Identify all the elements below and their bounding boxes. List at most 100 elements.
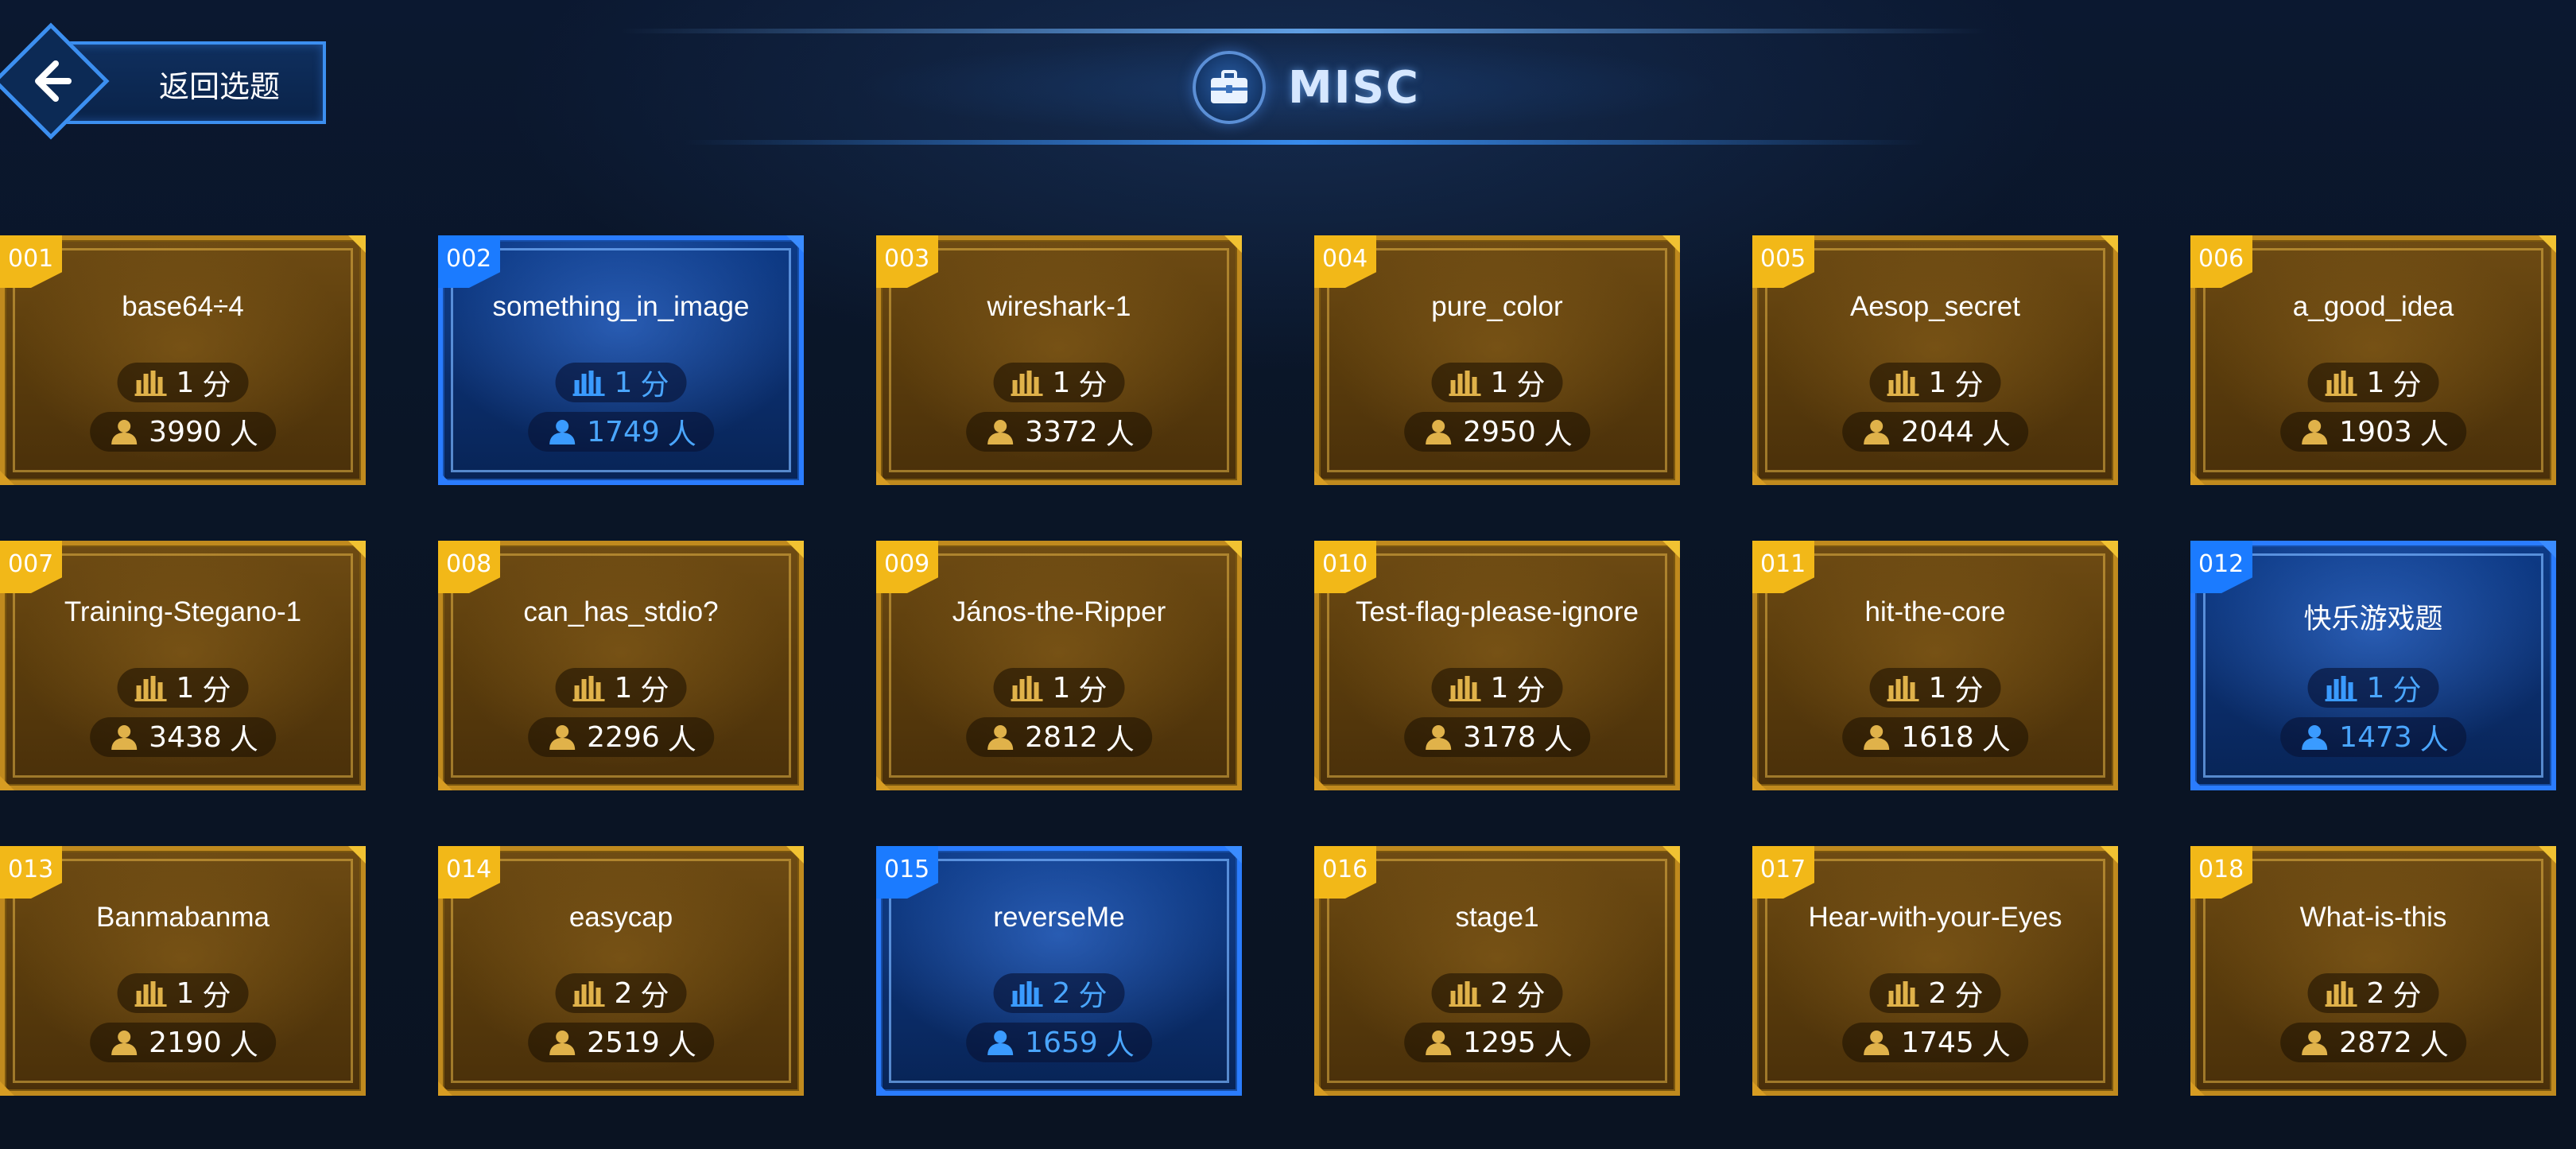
card-number: 003 xyxy=(884,245,930,273)
challenge-card[interactable]: 016 stage1 2 分 1295 人 xyxy=(1314,846,1680,1096)
people-unit: 人 xyxy=(1543,1029,1573,1062)
bar-chart-icon xyxy=(134,369,169,396)
people-unit: 人 xyxy=(667,418,696,451)
points-unit: 分 xyxy=(1078,980,1108,1012)
points-unit: 分 xyxy=(202,674,231,707)
card-corner xyxy=(1752,1081,1767,1096)
card-corner xyxy=(348,846,366,864)
card-corner xyxy=(2101,235,2118,253)
card-corner xyxy=(1224,846,1242,864)
points-pill: 1 分 xyxy=(555,668,687,708)
people-value: 2872 xyxy=(2339,1026,2412,1059)
card-title: stage1 xyxy=(1455,902,1539,933)
points-value: 1 xyxy=(1052,366,1071,399)
people-unit: 人 xyxy=(229,1029,258,1062)
challenge-card[interactable]: 007 Training-Stegano-1 1 分 3438 人 xyxy=(0,541,366,790)
arrow-left-icon xyxy=(35,60,72,102)
people-pill: 1903 人 xyxy=(2280,412,2466,452)
people-pill: 2190 人 xyxy=(90,1023,276,1062)
people-pill: 2950 人 xyxy=(1404,412,1590,452)
page-title: MISC xyxy=(1288,61,1420,114)
card-corner xyxy=(0,776,14,790)
challenge-card[interactable]: 014 easycap 2 分 2519 人 xyxy=(438,846,804,1096)
card-number: 002 xyxy=(446,245,492,273)
points-pill: 2 分 xyxy=(2307,973,2439,1013)
people-unit: 人 xyxy=(1543,418,1573,451)
points-value: 2 xyxy=(1490,976,1509,1010)
people-pill: 2872 人 xyxy=(2280,1023,2466,1062)
people-value: 2296 xyxy=(587,720,660,754)
points-pill: 1 分 xyxy=(2307,363,2439,402)
challenge-card[interactable]: 013 Banmabanma 1 分 2190 人 xyxy=(0,846,366,1096)
card-corner xyxy=(786,846,804,864)
challenge-card[interactable]: 012 快乐游戏题 1 分 1473 人 xyxy=(2190,541,2556,790)
card-corner xyxy=(0,471,14,485)
challenge-card[interactable]: 006 a_good_idea 1 分 1903 人 xyxy=(2190,235,2556,485)
points-pill: 1 分 xyxy=(117,363,249,402)
challenge-card[interactable]: 010 Test-flag-please-ignore 1 分 3178 人 xyxy=(1314,541,1680,790)
bar-chart-icon xyxy=(134,674,169,701)
points-unit: 分 xyxy=(1954,674,1984,707)
points-value: 1 xyxy=(614,366,633,399)
challenge-card[interactable]: 015 reverseMe 2 分 1659 人 xyxy=(876,846,1242,1096)
card-corner xyxy=(348,541,366,558)
bar-chart-icon xyxy=(1011,980,1045,1007)
card-corner xyxy=(2539,235,2556,253)
challenge-card[interactable]: 018 What-is-this 2 分 2872 人 xyxy=(2190,846,2556,1096)
points-value: 1 xyxy=(614,671,633,705)
card-corner xyxy=(438,1081,452,1096)
card-title: hit-the-core xyxy=(1864,596,2006,627)
card-title: Aesop_secret xyxy=(1849,291,2021,322)
points-value: 1 xyxy=(1928,671,1947,705)
people-value: 3178 xyxy=(1463,720,1536,754)
points-value: 1 xyxy=(1490,366,1509,399)
challenge-card[interactable]: 005 Aesop_secret 1 分 2044 人 xyxy=(1752,235,2118,485)
back-button[interactable]: 返回选题 xyxy=(0,22,334,140)
people-value: 1618 xyxy=(1901,720,1974,754)
card-corner xyxy=(876,1081,890,1096)
challenge-card[interactable]: 003 wireshark-1 1 分 3372 人 xyxy=(876,235,1242,485)
people-pill: 1745 人 xyxy=(1842,1023,2028,1062)
people-value: 1295 xyxy=(1463,1026,1536,1059)
people-pill: 2519 人 xyxy=(528,1023,714,1062)
bar-chart-icon xyxy=(1887,369,1921,396)
people-pill: 1618 人 xyxy=(1842,717,2028,757)
challenge-card[interactable]: 001 base64÷4 1 分 3990 人 xyxy=(0,235,366,485)
user-icon xyxy=(1422,724,1455,751)
challenge-card[interactable]: 017 Hear-with-your-Eyes 2 分 1745 人 xyxy=(1752,846,2118,1096)
points-value: 1 xyxy=(176,671,195,705)
card-number: 009 xyxy=(884,550,930,578)
card-corner xyxy=(1662,846,1680,864)
challenge-card[interactable]: 011 hit-the-core 1 分 1618 人 xyxy=(1752,541,2118,790)
back-button-label: 返回选题 xyxy=(159,69,281,104)
people-unit: 人 xyxy=(1981,418,2011,451)
user-icon xyxy=(545,1029,579,1056)
user-icon xyxy=(2298,724,2331,751)
points-pill: 1 分 xyxy=(993,668,1125,708)
user-icon xyxy=(2298,418,2331,445)
points-unit: 分 xyxy=(1954,980,1984,1012)
card-corner xyxy=(2101,541,2118,558)
card-corner xyxy=(438,776,452,790)
people-pill: 3990 人 xyxy=(90,412,276,452)
people-value: 2812 xyxy=(1025,720,1098,754)
challenge-card[interactable]: 009 János-the-Ripper 1 分 2812 人 xyxy=(876,541,1242,790)
challenge-card[interactable]: 004 pure_color 1 分 2950 人 xyxy=(1314,235,1680,485)
points-value: 1 xyxy=(176,366,195,399)
points-unit: 分 xyxy=(202,980,231,1012)
card-number: 015 xyxy=(884,856,930,883)
points-pill: 1 分 xyxy=(1431,363,1563,402)
people-unit: 人 xyxy=(2419,1029,2449,1062)
user-icon xyxy=(545,724,579,751)
people-value: 2044 xyxy=(1901,415,1974,448)
bar-chart-icon xyxy=(1887,980,1921,1007)
people-unit: 人 xyxy=(229,418,258,451)
points-value: 1 xyxy=(1490,671,1509,705)
card-corner xyxy=(2539,541,2556,558)
challenge-card[interactable]: 002 something_in_image 1 分 1749 人 xyxy=(438,235,804,485)
challenge-card[interactable]: 008 can_has_stdio? 1 分 2296 人 xyxy=(438,541,804,790)
people-unit: 人 xyxy=(2419,724,2449,756)
bar-chart-icon xyxy=(1449,369,1483,396)
people-value: 2950 xyxy=(1463,415,1536,448)
card-corner xyxy=(1314,1081,1329,1096)
